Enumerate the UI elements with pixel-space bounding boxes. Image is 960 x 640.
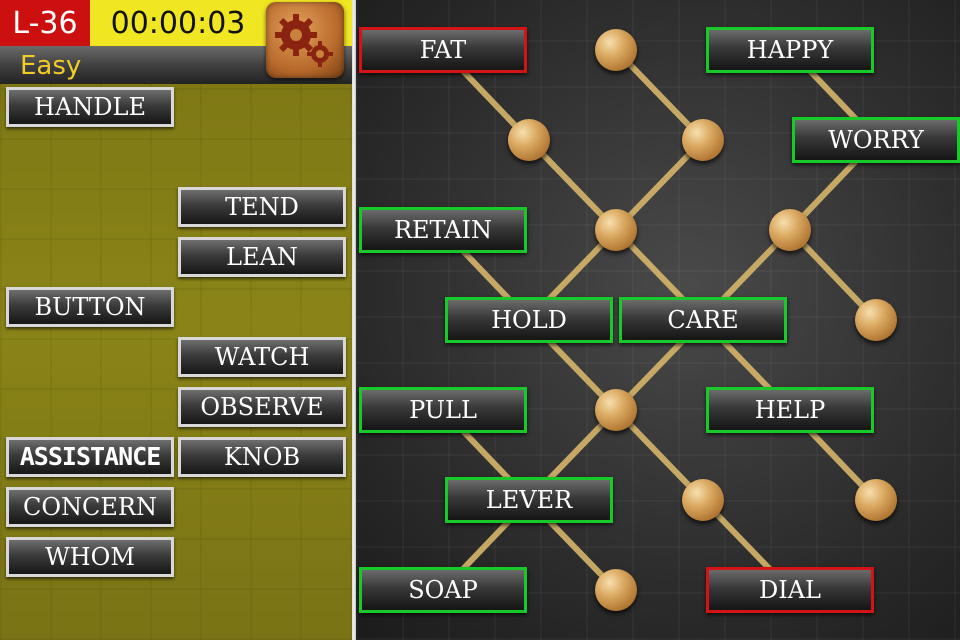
gears-icon bbox=[275, 14, 333, 67]
difficulty-label: Easy bbox=[20, 51, 82, 81]
timer: 00:00:03 bbox=[90, 0, 266, 46]
empty-node[interactable] bbox=[595, 29, 637, 71]
word-card-knob[interactable]: KNOB bbox=[178, 437, 346, 477]
board-word-happy[interactable]: HAPPY bbox=[706, 27, 874, 73]
empty-node[interactable] bbox=[855, 479, 897, 521]
word-card-observe[interactable]: OBSERVE bbox=[178, 387, 346, 427]
board-word-fat[interactable]: FAT bbox=[359, 27, 527, 73]
board-word-pull[interactable]: PULL bbox=[359, 387, 527, 433]
settings-button[interactable] bbox=[266, 2, 344, 78]
board-word-hold[interactable]: HOLD bbox=[445, 297, 613, 343]
empty-node[interactable] bbox=[595, 209, 637, 251]
word-card-button[interactable]: BUTTON bbox=[6, 287, 174, 327]
board-word-soap[interactable]: SOAP bbox=[359, 567, 527, 613]
board-word-retain[interactable]: RETAIN bbox=[359, 207, 527, 253]
board-word-help[interactable]: HELP bbox=[706, 387, 874, 433]
word-bank-panel: L-36 00:00:03 Easy HANDLE TEND LEAN BUTT… bbox=[0, 0, 352, 640]
board-word-care[interactable]: CARE bbox=[619, 297, 787, 343]
board-word-lever[interactable]: LEVER bbox=[445, 477, 613, 523]
empty-node[interactable] bbox=[682, 119, 724, 161]
word-card-concern[interactable]: CONCERN bbox=[6, 487, 174, 527]
empty-node[interactable] bbox=[595, 569, 637, 611]
word-card-lean[interactable]: LEAN bbox=[178, 237, 346, 277]
word-card-tend[interactable]: TEND bbox=[178, 187, 346, 227]
empty-node[interactable] bbox=[508, 119, 550, 161]
word-card-handle[interactable]: HANDLE bbox=[6, 87, 174, 127]
empty-node[interactable] bbox=[595, 389, 637, 431]
word-card-watch[interactable]: WATCH bbox=[178, 337, 346, 377]
word-card-assistance[interactable]: ASSISTANCE bbox=[6, 437, 174, 477]
board-word-worry[interactable]: WORRY bbox=[792, 117, 960, 163]
empty-node[interactable] bbox=[682, 479, 724, 521]
board-word-dial[interactable]: DIAL bbox=[706, 567, 874, 613]
word-card-whom[interactable]: WHOM bbox=[6, 537, 174, 577]
puzzle-board: FAT HAPPY WORRY RETAIN HOLD CARE PULL HELP LEVER… bbox=[356, 0, 960, 640]
empty-node[interactable] bbox=[855, 299, 897, 341]
level-badge: L-36 bbox=[0, 0, 90, 46]
empty-node[interactable] bbox=[769, 209, 811, 251]
